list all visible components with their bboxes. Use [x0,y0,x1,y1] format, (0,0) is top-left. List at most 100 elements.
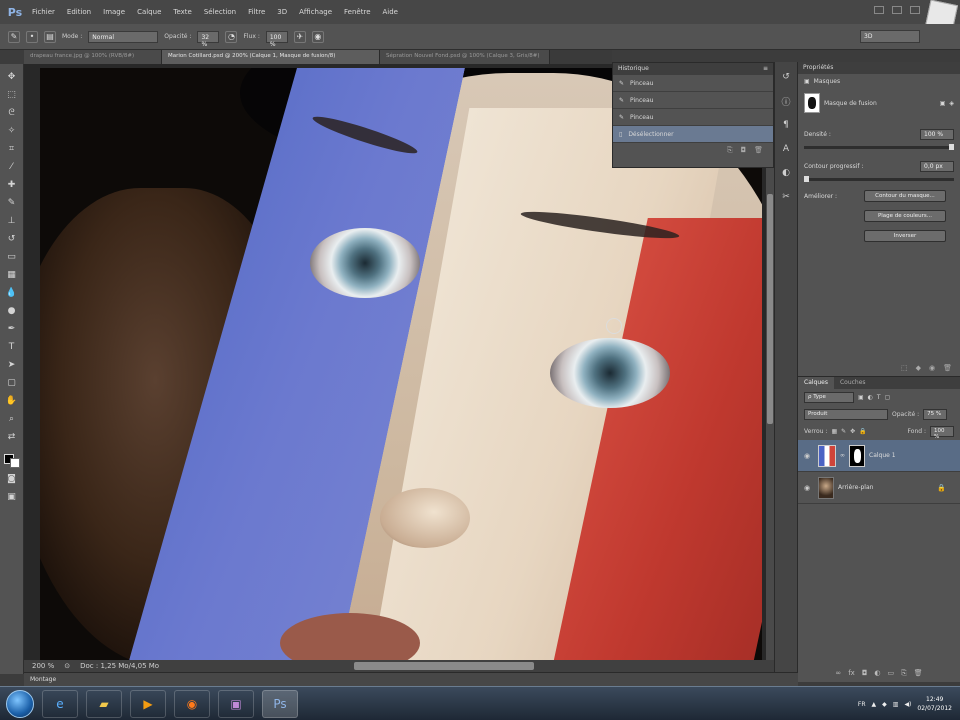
zoom-level[interactable]: 200 % [32,662,54,670]
layer-mask-thumbnail[interactable] [849,444,865,467]
density-field[interactable]: 100 % [920,129,954,140]
workspace-select[interactable]: 3D [860,30,920,43]
vector-mask-icon[interactable]: ◈ [949,100,954,107]
tab-couches[interactable]: Couches [834,377,872,389]
density-slider[interactable] [804,144,954,150]
visibility-icon[interactable]: ◉ [929,364,935,372]
screen-mode-icon[interactable]: ▣ [5,490,19,504]
feather-slider[interactable] [804,176,954,182]
photoshop-taskbar-icon[interactable]: Ps [262,689,298,718]
history-panel-icon[interactable]: ↺ [779,70,793,84]
visibility-eye-icon[interactable]: ◉ [804,452,814,460]
background-color[interactable] [9,458,20,468]
trash-icon[interactable]: 🗑 [754,146,763,154]
move-tool-icon[interactable]: ✥ [5,70,19,84]
clock[interactable]: 12:49 02/07/2012 [917,695,952,713]
firefox-icon[interactable]: ◉ [174,689,210,718]
close-button[interactable] [910,6,920,14]
volume-icon[interactable]: ◀) [904,701,911,708]
dodge-tool-icon[interactable]: ● [5,304,19,318]
history-item[interactable]: ✎ Pinceau [613,75,773,92]
marquee-tool-icon[interactable]: ⬚ [5,88,19,102]
horizontal-scroll-thumb[interactable] [354,662,534,670]
character-panel-icon[interactable]: A [779,142,793,156]
brush-tool-icon[interactable]: ✎ [8,30,20,43]
history-item[interactable]: ✎ Pinceau [613,109,773,126]
lock-move-icon[interactable]: ✥ [850,428,855,435]
new-group-icon[interactable]: ▭ [887,669,894,678]
lock-all-icon[interactable]: 🔒 [859,428,866,435]
opacity-field[interactable]: 32 % [197,30,220,48]
airbrush-icon[interactable]: ✈ [293,30,306,43]
vertical-scroll-thumb[interactable] [767,194,773,424]
status-info-icon[interactable]: ⊙ [64,662,70,670]
mask-edge-button[interactable]: Contour du masque... [864,190,946,202]
minimize-button[interactable] [874,6,884,14]
tab-marion[interactable]: Marion Cotillard.psd @ 200% (Calque 1, M… [162,50,380,64]
clone-stamp-icon[interactable]: ⊥ [5,214,19,228]
tab-drapeau[interactable]: drapeau france.jpg @ 100% (RVB/8#) [24,50,162,64]
lock-brush-icon[interactable]: ✎ [841,428,846,435]
hand-tool-icon[interactable]: ✋ [5,394,19,408]
add-mask-icon[interactable]: ◘ [862,669,868,678]
layer-name[interactable]: Arrière-plan [838,484,873,491]
chain-icon[interactable]: ∞ [840,452,845,459]
layer-filter-select[interactable]: ρ Type [804,392,854,403]
filter-pixel-icon[interactable]: ▣ [858,394,864,401]
language-indicator[interactable]: FR [858,701,866,708]
menu-fichier[interactable]: Fichier [26,8,61,16]
pen-tool-icon[interactable]: ✒ [5,322,19,336]
color-swatches[interactable] [3,448,20,468]
panel-menu-icon[interactable]: ≡ [763,65,768,73]
eyedropper-icon[interactable]: ⁄ [5,160,19,174]
new-layer-icon[interactable]: ⎘ [901,669,907,678]
layer-row[interactable]: ◉ Arrière-plan 🔒 [798,472,960,504]
menu-aide[interactable]: Aide [377,8,404,16]
menu-3d[interactable]: 3D [271,8,293,16]
tray-expand-icon[interactable]: ▲ [872,701,877,708]
maximize-button[interactable] [892,6,902,14]
swap-colors-icon[interactable]: ⇄ [5,430,19,444]
pixel-mask-icon[interactable]: ▣ [940,100,946,107]
blur-tool-icon[interactable]: 💧 [5,286,19,300]
paragraph-panel-icon[interactable]: ¶ [779,118,793,132]
pressure-opacity-icon[interactable]: ◔ [225,30,238,43]
invert-button[interactable]: Inverser [864,230,946,242]
new-document-icon[interactable]: ⎘ [727,146,733,155]
layer-opacity-field[interactable]: 75 % [923,409,948,420]
fill-field[interactable]: 100 % [930,426,954,440]
crop-tool-icon[interactable]: ⌗ [5,142,19,156]
healing-brush-icon[interactable]: ✚ [5,178,19,192]
color-range-button[interactable]: Plage de couleurs... [864,210,946,222]
layer-thumbnail[interactable] [818,444,836,467]
load-selection-icon[interactable]: ⬚ [901,364,908,372]
menu-calque[interactable]: Calque [131,8,167,16]
menu-texte[interactable]: Texte [167,8,197,16]
history-item[interactable]: ✎ Pinceau [613,92,773,109]
feather-field[interactable]: 0,0 px [920,161,954,172]
brush-tool-icon[interactable]: ✎ [5,196,19,210]
fx-icon[interactable]: fx [848,669,855,678]
flow-field[interactable]: 100 % [265,30,288,48]
quick-mask-icon[interactable]: ◙ [5,472,19,486]
network-icon[interactable]: ▥ [893,701,899,708]
montage-tab[interactable]: Montage [30,676,56,683]
link-layers-icon[interactable]: ∞ [835,669,841,678]
menu-affichage[interactable]: Affichage [293,8,338,16]
shape-tool-icon[interactable]: ▢ [5,376,19,390]
media-player-icon[interactable]: ▶ [130,689,166,718]
tray-app-icon[interactable]: ◆ [882,701,887,708]
visibility-eye-icon[interactable]: ◉ [804,484,814,492]
feather-slider-knob[interactable] [804,176,809,182]
camera-icon[interactable]: ◘ [741,146,747,154]
history-brush-icon[interactable]: ↺ [5,232,19,246]
pressure-size-icon[interactable]: ◉ [311,30,324,43]
mode-select[interactable]: Normal [88,30,159,43]
tab-separation[interactable]: Sépration Nouvel Fond.psd @ 100% (Calque… [380,50,550,64]
layer-row[interactable]: ◉ ∞ Calque 1 [798,440,960,472]
tool-presets-icon[interactable]: ✂ [779,190,793,204]
menu-selection[interactable]: Sélection [198,8,242,16]
blend-mode-select[interactable]: Produit [804,409,888,420]
mask-thumbnail[interactable] [804,93,820,113]
lasso-tool-icon[interactable]: ᘓ [5,106,19,120]
